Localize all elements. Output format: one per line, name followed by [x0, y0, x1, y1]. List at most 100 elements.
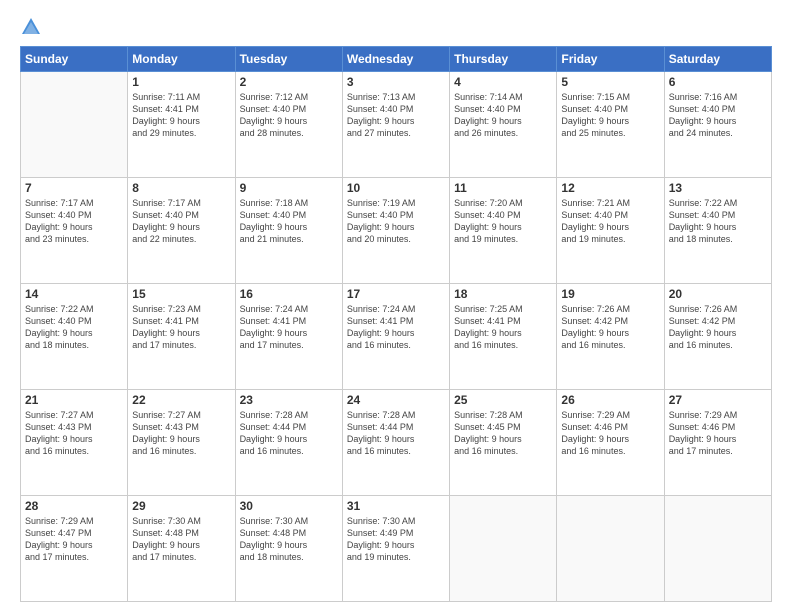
- day-info: Sunrise: 7:11 AM Sunset: 4:41 PM Dayligh…: [132, 91, 230, 140]
- day-number: 6: [669, 75, 767, 89]
- calendar-cell: 6 Sunrise: 7:16 AM Sunset: 4:40 PM Daylig…: [664, 72, 771, 178]
- day-number: 7: [25, 181, 123, 195]
- day-number: 27: [669, 393, 767, 407]
- day-number: 16: [240, 287, 338, 301]
- calendar-table: SundayMondayTuesdayWednesdayThursdayFrid…: [20, 46, 772, 602]
- day-info: Sunrise: 7:25 AM Sunset: 4:41 PM Dayligh…: [454, 303, 552, 352]
- calendar-cell: 16 Sunrise: 7:24 AM Sunset: 4:41 PM Dayli…: [235, 284, 342, 390]
- day-info: Sunrise: 7:18 AM Sunset: 4:40 PM Dayligh…: [240, 197, 338, 246]
- calendar-cell: [21, 72, 128, 178]
- day-info: Sunrise: 7:26 AM Sunset: 4:42 PM Dayligh…: [561, 303, 659, 352]
- weekday-header-monday: Monday: [128, 47, 235, 72]
- calendar-cell: 31 Sunrise: 7:30 AM Sunset: 4:49 PM Dayli…: [342, 496, 449, 602]
- day-number: 22: [132, 393, 230, 407]
- calendar-cell: [664, 496, 771, 602]
- weekday-header-friday: Friday: [557, 47, 664, 72]
- calendar-cell: 25 Sunrise: 7:28 AM Sunset: 4:45 PM Dayli…: [450, 390, 557, 496]
- day-info: Sunrise: 7:15 AM Sunset: 4:40 PM Dayligh…: [561, 91, 659, 140]
- calendar-cell: 9 Sunrise: 7:18 AM Sunset: 4:40 PM Daylig…: [235, 178, 342, 284]
- day-number: 29: [132, 499, 230, 513]
- calendar-week-3: 21Sunrise: 7:27 AM Sunset: 4:43 PM Dayli…: [21, 390, 772, 496]
- day-info: Sunrise: 7:12 AM Sunset: 4:40 PM Dayligh…: [240, 91, 338, 140]
- day-info: Sunrise: 7:30 AM Sunset: 4:48 PM Dayligh…: [240, 515, 338, 564]
- day-info: Sunrise: 7:22 AM Sunset: 4:40 PM Dayligh…: [669, 197, 767, 246]
- day-info: Sunrise: 7:29 AM Sunset: 4:46 PM Dayligh…: [669, 409, 767, 458]
- day-info: Sunrise: 7:30 AM Sunset: 4:49 PM Dayligh…: [347, 515, 445, 564]
- day-number: 10: [347, 181, 445, 195]
- calendar-week-4: 28 Sunrise: 7:29 AM Sunset: 4:47 PM Dayli…: [21, 496, 772, 602]
- calendar-cell: 28 Sunrise: 7:29 AM Sunset: 4:47 PM Dayli…: [21, 496, 128, 602]
- calendar-cell: 17 Sunrise: 7:24 AM Sunset: 4:41 PM Dayli…: [342, 284, 449, 390]
- day-info: Sunrise: 7:27 AM Sunset: 4:43 PM Dayligh…: [132, 409, 230, 458]
- day-info: Sunrise: 7:17 AM Sunset: 4:40 PM Dayligh…: [25, 197, 123, 246]
- weekday-header-tuesday: Tuesday: [235, 47, 342, 72]
- day-info: Sunrise: 7:30 AM Sunset: 4:48 PM Dayligh…: [132, 515, 230, 564]
- calendar-body: 1Sunrise: 7:11 AM Sunset: 4:41 PM Daylig…: [21, 72, 772, 602]
- calendar-cell: 23Sunrise: 7:28 AM Sunset: 4:44 PM Dayli…: [235, 390, 342, 496]
- weekday-header-thursday: Thursday: [450, 47, 557, 72]
- day-number: 25: [454, 393, 552, 407]
- day-number: 24: [347, 393, 445, 407]
- day-info: Sunrise: 7:14 AM Sunset: 4:40 PM Dayligh…: [454, 91, 552, 140]
- page: SundayMondayTuesdayWednesdayThursdayFrid…: [0, 0, 792, 612]
- day-info: Sunrise: 7:29 AM Sunset: 4:47 PM Dayligh…: [25, 515, 123, 564]
- calendar-cell: 2 Sunrise: 7:12 AM Sunset: 4:40 PM Daylig…: [235, 72, 342, 178]
- weekday-header-wednesday: Wednesday: [342, 47, 449, 72]
- day-number: 2: [240, 75, 338, 89]
- calendar-week-1: 7 Sunrise: 7:17 AM Sunset: 4:40 PM Daylig…: [21, 178, 772, 284]
- calendar-cell: 8Sunrise: 7:17 AM Sunset: 4:40 PM Daylig…: [128, 178, 235, 284]
- day-info: Sunrise: 7:23 AM Sunset: 4:41 PM Dayligh…: [132, 303, 230, 352]
- day-number: 28: [25, 499, 123, 513]
- calendar-cell: 24 Sunrise: 7:28 AM Sunset: 4:44 PM Dayli…: [342, 390, 449, 496]
- day-info: Sunrise: 7:19 AM Sunset: 4:40 PM Dayligh…: [347, 197, 445, 246]
- calendar-cell: 21Sunrise: 7:27 AM Sunset: 4:43 PM Dayli…: [21, 390, 128, 496]
- calendar-cell: 1Sunrise: 7:11 AM Sunset: 4:41 PM Daylig…: [128, 72, 235, 178]
- calendar-cell: 30Sunrise: 7:30 AM Sunset: 4:48 PM Dayli…: [235, 496, 342, 602]
- day-number: 12: [561, 181, 659, 195]
- day-info: Sunrise: 7:13 AM Sunset: 4:40 PM Dayligh…: [347, 91, 445, 140]
- day-number: 5: [561, 75, 659, 89]
- calendar-week-0: 1Sunrise: 7:11 AM Sunset: 4:41 PM Daylig…: [21, 72, 772, 178]
- calendar-week-2: 14Sunrise: 7:22 AM Sunset: 4:40 PM Dayli…: [21, 284, 772, 390]
- day-number: 11: [454, 181, 552, 195]
- day-info: Sunrise: 7:21 AM Sunset: 4:40 PM Dayligh…: [561, 197, 659, 246]
- day-info: Sunrise: 7:26 AM Sunset: 4:42 PM Dayligh…: [669, 303, 767, 352]
- day-info: Sunrise: 7:28 AM Sunset: 4:44 PM Dayligh…: [347, 409, 445, 458]
- calendar-cell: 27 Sunrise: 7:29 AM Sunset: 4:46 PM Dayli…: [664, 390, 771, 496]
- day-number: 17: [347, 287, 445, 301]
- calendar-cell: 14Sunrise: 7:22 AM Sunset: 4:40 PM Dayli…: [21, 284, 128, 390]
- calendar-cell: 7 Sunrise: 7:17 AM Sunset: 4:40 PM Daylig…: [21, 178, 128, 284]
- calendar-cell: 3 Sunrise: 7:13 AM Sunset: 4:40 PM Daylig…: [342, 72, 449, 178]
- day-number: 4: [454, 75, 552, 89]
- calendar-cell: 29 Sunrise: 7:30 AM Sunset: 4:48 PM Dayli…: [128, 496, 235, 602]
- calendar-cell: 4 Sunrise: 7:14 AM Sunset: 4:40 PM Daylig…: [450, 72, 557, 178]
- calendar-cell: 20 Sunrise: 7:26 AM Sunset: 4:42 PM Dayli…: [664, 284, 771, 390]
- calendar-cell: 19 Sunrise: 7:26 AM Sunset: 4:42 PM Dayli…: [557, 284, 664, 390]
- calendar-cell: [557, 496, 664, 602]
- weekday-header-sunday: Sunday: [21, 47, 128, 72]
- day-number: 20: [669, 287, 767, 301]
- calendar-cell: 10 Sunrise: 7:19 AM Sunset: 4:40 PM Dayli…: [342, 178, 449, 284]
- day-number: 13: [669, 181, 767, 195]
- day-number: 26: [561, 393, 659, 407]
- calendar-cell: 22 Sunrise: 7:27 AM Sunset: 4:43 PM Dayli…: [128, 390, 235, 496]
- day-number: 31: [347, 499, 445, 513]
- day-number: 3: [347, 75, 445, 89]
- day-info: Sunrise: 7:29 AM Sunset: 4:46 PM Dayligh…: [561, 409, 659, 458]
- calendar-cell: 26 Sunrise: 7:29 AM Sunset: 4:46 PM Dayli…: [557, 390, 664, 496]
- day-info: Sunrise: 7:28 AM Sunset: 4:45 PM Dayligh…: [454, 409, 552, 458]
- calendar-header: SundayMondayTuesdayWednesdayThursdayFrid…: [21, 47, 772, 72]
- day-info: Sunrise: 7:24 AM Sunset: 4:41 PM Dayligh…: [347, 303, 445, 352]
- day-info: Sunrise: 7:16 AM Sunset: 4:40 PM Dayligh…: [669, 91, 767, 140]
- calendar-cell: 11 Sunrise: 7:20 AM Sunset: 4:40 PM Dayli…: [450, 178, 557, 284]
- day-info: Sunrise: 7:24 AM Sunset: 4:41 PM Dayligh…: [240, 303, 338, 352]
- day-info: Sunrise: 7:22 AM Sunset: 4:40 PM Dayligh…: [25, 303, 123, 352]
- logo: [20, 16, 44, 38]
- day-info: Sunrise: 7:28 AM Sunset: 4:44 PM Dayligh…: [240, 409, 338, 458]
- day-number: 19: [561, 287, 659, 301]
- day-info: Sunrise: 7:17 AM Sunset: 4:40 PM Dayligh…: [132, 197, 230, 246]
- day-info: Sunrise: 7:20 AM Sunset: 4:40 PM Dayligh…: [454, 197, 552, 246]
- weekday-row: SundayMondayTuesdayWednesdayThursdayFrid…: [21, 47, 772, 72]
- day-number: 18: [454, 287, 552, 301]
- day-number: 9: [240, 181, 338, 195]
